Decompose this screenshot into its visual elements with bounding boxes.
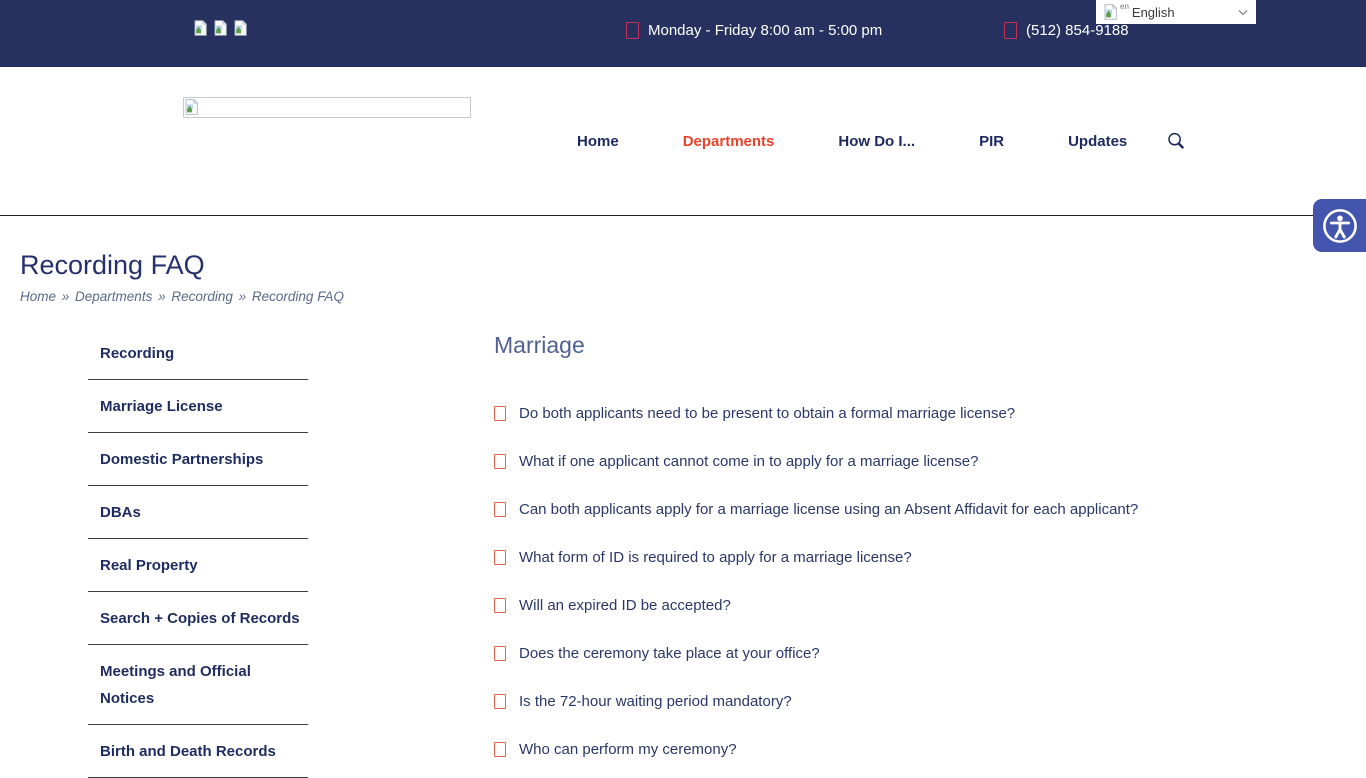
broken-image-icon[interactable]	[194, 20, 207, 36]
social-icons-row	[194, 20, 247, 36]
broken-image-bullet-icon	[494, 646, 506, 661]
language-label: English	[1132, 5, 1175, 20]
faq-question-text: Who can perform my ceremony?	[519, 741, 737, 758]
sidebar-item-marriage-license[interactable]: Marriage License	[88, 380, 308, 433]
broken-image-icon[interactable]	[234, 20, 247, 36]
accessibility-icon	[1322, 208, 1358, 244]
sidebar-item-recording[interactable]: Recording	[88, 327, 308, 380]
faq-question[interactable]: Will an expired ID be accepted?	[494, 581, 1364, 629]
faq-question-text: What if one applicant cannot come in to …	[519, 453, 978, 470]
flag-broken-image-icon	[1104, 4, 1117, 20]
section-title: Marriage	[494, 332, 585, 359]
clock-broken-image-icon	[626, 22, 639, 39]
nav-item-pir[interactable]: PIR	[979, 133, 1004, 150]
broken-image-bullet-icon	[494, 550, 506, 565]
office-hours: Monday - Friday 8:00 am - 5:00 pm	[626, 22, 882, 39]
sidebar-item-birth-and-death-records[interactable]: Birth and Death Records	[88, 725, 308, 778]
top-utility-bar: Monday - Friday 8:00 am - 5:00 pm (512) …	[0, 0, 1366, 67]
broken-image-bullet-icon	[494, 742, 506, 757]
broken-image-bullet-icon	[494, 454, 506, 469]
chevron-down-icon	[1238, 9, 1248, 16]
faq-question[interactable]: What if one applicant cannot come in to …	[494, 437, 1364, 485]
breadcrumb: Home » Departments » Recording » Recordi…	[20, 289, 344, 304]
phone-broken-image-icon	[1004, 22, 1017, 39]
faq-question-text: Can both applicants apply for a marriage…	[519, 501, 1138, 518]
sidebar-item-meetings-and-official-notices[interactable]: Meetings and Official Notices	[88, 645, 308, 725]
nav-item-departments[interactable]: Departments	[683, 133, 775, 150]
breadcrumb-separator: »	[152, 289, 171, 304]
language-dropdown[interactable]: en English	[1096, 0, 1256, 24]
sidebar-item-domestic-partnerships[interactable]: Domestic Partnerships	[88, 433, 308, 486]
faq-question-list: Do both applicants need to be present to…	[494, 389, 1364, 773]
sidebar-item-dbas[interactable]: DBAs	[88, 486, 308, 539]
nav-item-how-do-i[interactable]: How Do I...	[838, 133, 915, 150]
faq-question-text: Is the 72-hour waiting period mandatory?	[519, 693, 792, 710]
accessibility-widget-button[interactable]	[1313, 199, 1366, 252]
breadcrumb-recording-faq: Recording FAQ	[252, 289, 344, 304]
faq-question-text: Will an expired ID be accepted?	[519, 597, 731, 614]
sidebar-nav: RecordingMarriage LicenseDomestic Partne…	[88, 327, 308, 778]
faq-question-text: Does the ceremony take place at your off…	[519, 645, 820, 662]
broken-image-icon	[185, 99, 198, 115]
faq-question[interactable]: Who can perform my ceremony?	[494, 725, 1364, 773]
breadcrumb-departments[interactable]: Departments	[75, 289, 152, 304]
breadcrumb-separator: »	[233, 289, 252, 304]
faq-question[interactable]: Can both applicants apply for a marriage…	[494, 485, 1364, 533]
faq-question[interactable]: Is the 72-hour waiting period mandatory?	[494, 677, 1364, 725]
nav-item-updates[interactable]: Updates	[1068, 133, 1127, 150]
phone-number-text[interactable]: (512) 854-9188	[1026, 22, 1129, 39]
nav-item-home[interactable]: Home	[577, 133, 619, 150]
faq-question[interactable]: Does the ceremony take place at your off…	[494, 629, 1364, 677]
breadcrumb-recording[interactable]: Recording	[171, 289, 233, 304]
breadcrumb-separator: »	[56, 289, 75, 304]
office-hours-text: Monday - Friday 8:00 am - 5:00 pm	[648, 22, 882, 39]
phone-number: (512) 854-9188	[1004, 22, 1129, 39]
language-code: en	[1120, 2, 1129, 11]
broken-image-bullet-icon	[494, 502, 506, 517]
search-icon[interactable]	[1166, 131, 1188, 153]
sidebar-item-search-copies-of-records[interactable]: Search + Copies of Records	[88, 592, 308, 645]
broken-image-bullet-icon	[494, 694, 506, 709]
faq-question[interactable]: Do both applicants need to be present to…	[494, 389, 1364, 437]
breadcrumb-home[interactable]: Home	[20, 289, 56, 304]
broken-image-bullet-icon	[494, 406, 506, 421]
faq-question-text: Do both applicants need to be present to…	[519, 405, 1015, 422]
site-logo-broken-image[interactable]	[183, 97, 471, 118]
sidebar-item-real-property[interactable]: Real Property	[88, 539, 308, 592]
page-title: Recording FAQ	[20, 250, 205, 281]
broken-image-icon[interactable]	[214, 20, 227, 36]
broken-image-bullet-icon	[494, 598, 506, 613]
faq-question[interactable]: What form of ID is required to apply for…	[494, 533, 1364, 581]
site-header: Home Departments How Do I... PIR Updates	[0, 67, 1366, 216]
main-nav: Home Departments How Do I... PIR Updates	[577, 133, 1127, 150]
faq-question-text: What form of ID is required to apply for…	[519, 549, 912, 566]
